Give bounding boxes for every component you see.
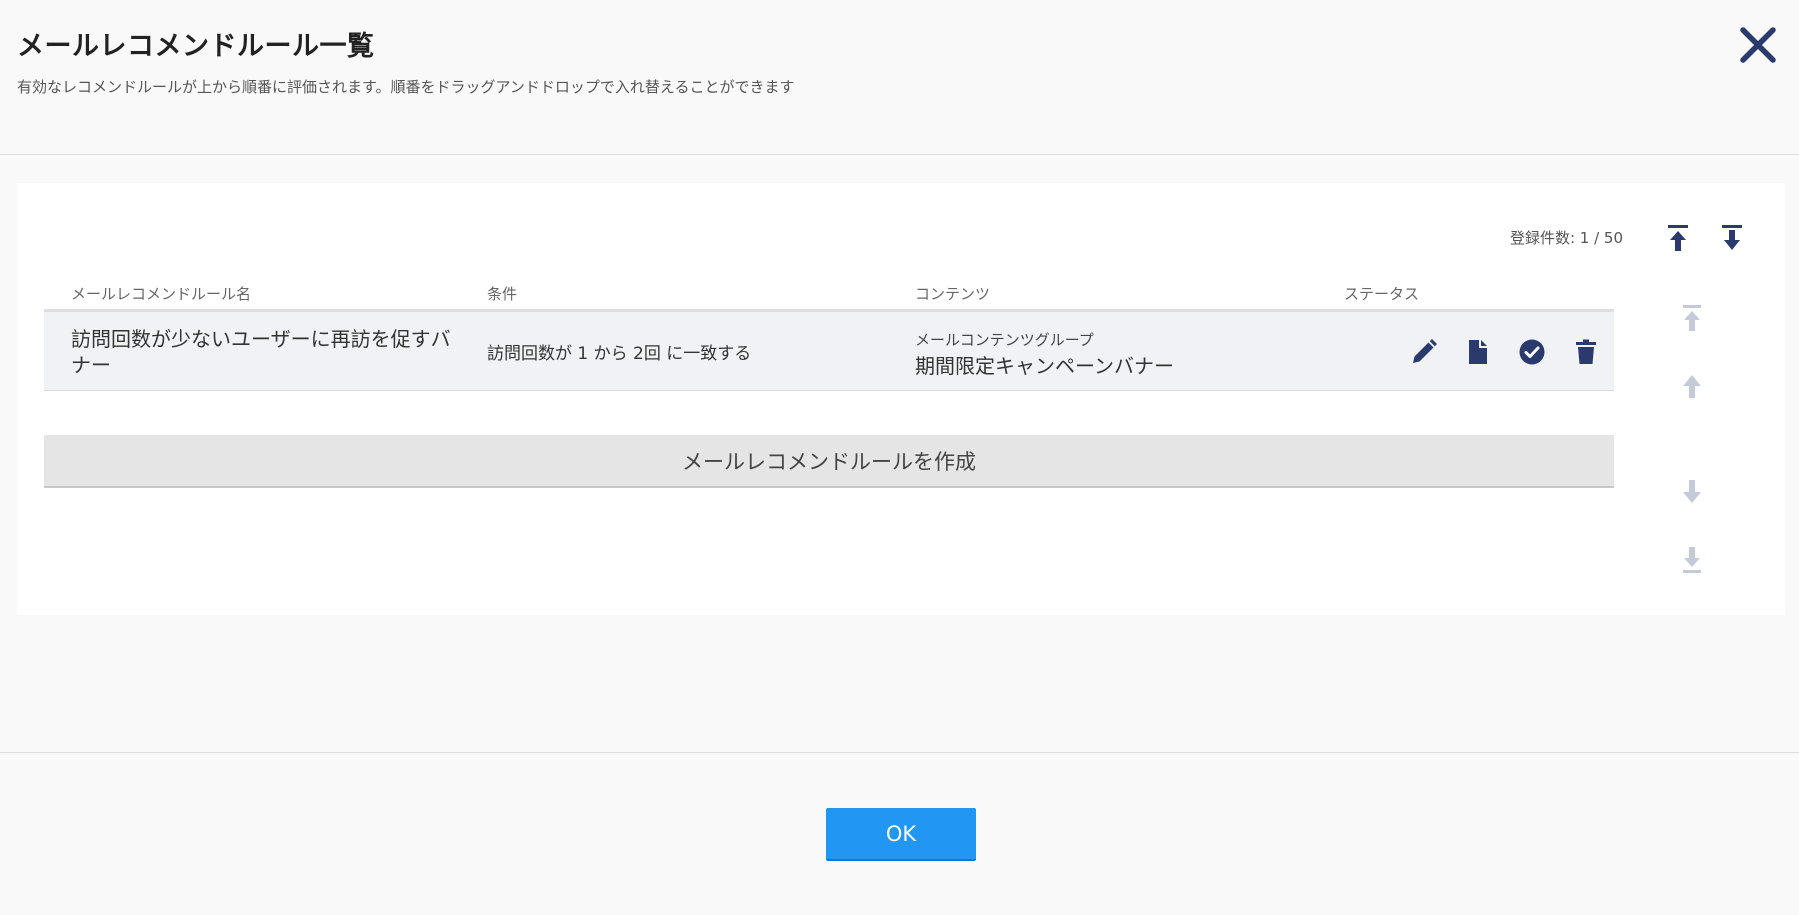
table-header: メールレコメンドルール名 条件 コンテンツ ステータス [44, 283, 1614, 312]
rules-table: メールレコメンドルール名 条件 コンテンツ ステータス 訪問回数が少ないユーザー… [44, 283, 1614, 391]
modal-header: メールレコメンドルール一覧 有効なレコメンドルールが上から順番に評価されます。順… [0, 0, 1799, 155]
table-row[interactable]: 訪問回数が少ないユーザーに再訪を促すバナー 訪問回数が 1 から 2回 に一致す… [44, 312, 1614, 391]
move-to-top-button[interactable] [1665, 223, 1691, 253]
footer-divider [0, 752, 1799, 753]
move-to-bottom-button[interactable] [1719, 223, 1745, 253]
side-move-down-button[interactable] [1680, 477, 1704, 507]
registration-count: 登録件数: 1 / 50 [1509, 229, 1623, 247]
close-icon [1740, 27, 1776, 63]
arrow-up-icon [1683, 375, 1701, 398]
document-copy-icon [1469, 340, 1487, 364]
column-header-name: メールレコメンドルール名 [71, 285, 252, 303]
copy-button[interactable] [1464, 338, 1492, 366]
side-move-to-top-button[interactable] [1680, 303, 1704, 333]
column-header-condition: 条件 [487, 285, 518, 303]
close-button[interactable] [1737, 24, 1779, 66]
ok-button[interactable]: OK [826, 808, 976, 861]
status-toggle[interactable] [1518, 338, 1546, 366]
move-to-top-icon [1668, 225, 1688, 251]
page-title: メールレコメンドルール一覧 [17, 31, 375, 62]
move-to-bottom-icon [1722, 225, 1742, 250]
rule-condition: 訪問回数が 1 から 2回 に一致する [487, 344, 752, 364]
delete-button[interactable] [1572, 338, 1600, 366]
rule-content-label: メールコンテンツグループ [915, 331, 1094, 349]
side-move-to-bottom-button[interactable] [1680, 545, 1704, 575]
column-header-status: ステータス [1344, 285, 1420, 303]
trash-icon [1576, 339, 1596, 364]
column-header-content: コンテンツ [915, 285, 991, 303]
page-subtitle: 有効なレコメンドルールが上から順番に評価されます。順番をドラッグアンドドロップで… [17, 78, 795, 96]
create-rule-button[interactable]: メールレコメンドルールを作成 [44, 435, 1614, 488]
move-to-bottom-icon [1683, 547, 1701, 573]
pencil-icon [1413, 339, 1437, 363]
rules-panel: 登録件数: 1 / 50 メールレコメンドルール名 条件 コンテンツ ステータス… [17, 183, 1785, 615]
move-to-top-icon [1683, 305, 1701, 331]
rule-name: 訪問回数が少ないユーザーに再訪を促すバナー [71, 327, 451, 377]
edit-button[interactable] [1410, 338, 1438, 366]
check-circle-icon [1519, 339, 1545, 365]
arrow-down-icon [1683, 480, 1701, 503]
side-move-up-button[interactable] [1680, 371, 1704, 401]
rule-content-value: 期間限定キャンペーンバナー [915, 354, 1174, 378]
